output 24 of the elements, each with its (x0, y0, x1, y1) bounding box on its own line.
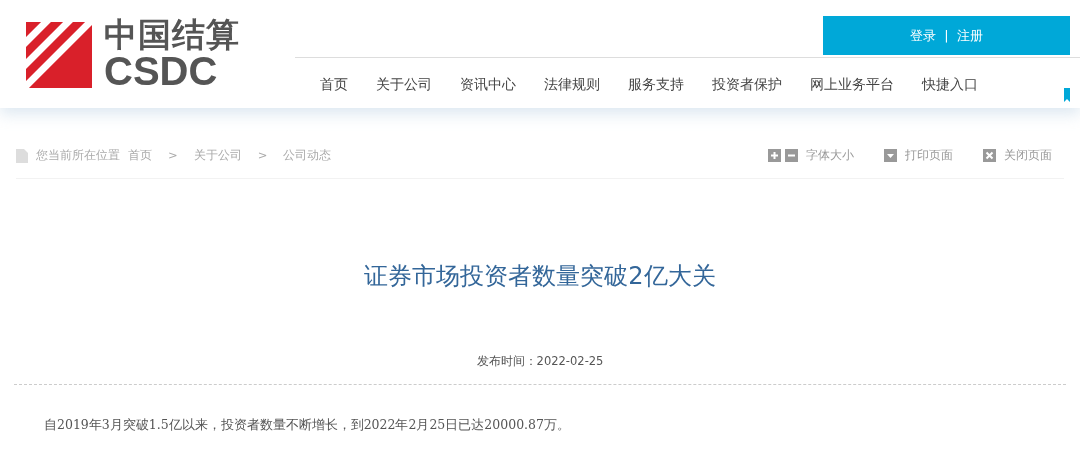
plus-icon[interactable] (768, 149, 781, 163)
nav-link[interactable]: 服务支持 (614, 74, 698, 95)
document-icon (16, 148, 28, 163)
breadcrumb-current: 公司动态 (283, 147, 332, 164)
bookmark-icon (1064, 88, 1070, 102)
nav-link[interactable]: 关于公司 (362, 74, 446, 95)
logo-abbr: CSDC (104, 51, 218, 91)
minus-icon[interactable] (785, 149, 798, 163)
article-title: 证券市场投资者数量突破2亿大关 (363, 261, 717, 292)
article-paragraph: 自2019年3月突破1.5亿以来，投资者数量不断增长，到2022年2月25日已达20000.87万。 (44, 416, 570, 434)
logo-icon (26, 21, 92, 88)
close-icon[interactable] (983, 149, 996, 163)
divider-text: | (944, 26, 949, 45)
nav-link[interactable]: 资讯中心 (446, 74, 530, 95)
nav-link[interactable]: 快捷入口 (908, 74, 992, 95)
nav-link[interactable]: 投资者保护 (698, 74, 796, 95)
location-label: 您当前所在位置 (36, 147, 120, 164)
nav-link[interactable]: 网上业务平台 (796, 74, 908, 95)
nav-link[interactable]: 法律规则 (530, 74, 614, 95)
logo-name: 中国结算 (104, 18, 240, 51)
breadcrumb-separator: > (257, 147, 268, 164)
breadcrumb-separator: > (168, 147, 178, 164)
nav-link[interactable]: 首页 (306, 74, 362, 95)
publish-date: 发布时间：2022-02-25 (476, 354, 604, 368)
